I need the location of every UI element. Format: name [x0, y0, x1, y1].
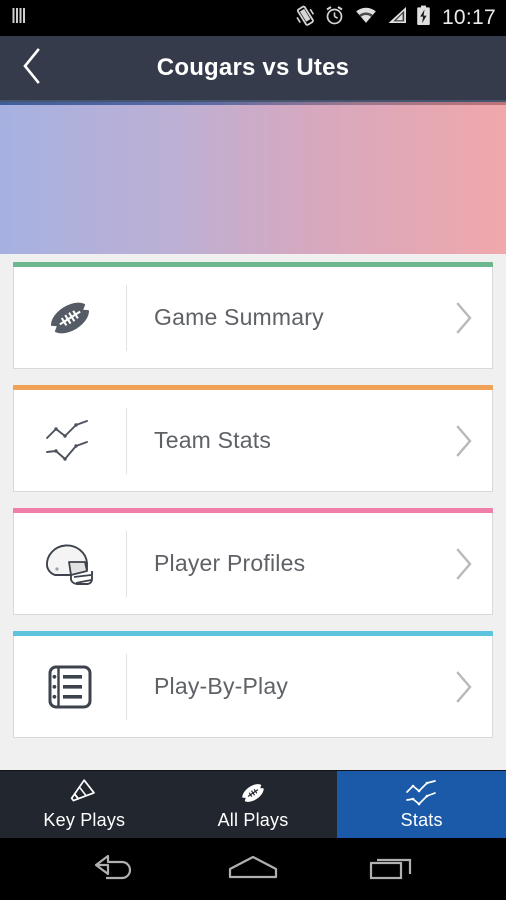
- megaphone-icon: [68, 778, 100, 807]
- wifi-icon: [354, 6, 378, 30]
- chevron-right-icon: [436, 636, 492, 738]
- football-icon: [238, 779, 268, 807]
- sim-signal-bars-icon: [12, 6, 28, 31]
- menu-list: Game Summary Team Stats Player Profiles …: [0, 254, 506, 770]
- menu-item-label: Player Profiles: [154, 550, 306, 576]
- status-bar-right-icons: 10:17: [295, 5, 496, 32]
- tab-label: Key Plays: [43, 809, 126, 830]
- list-document-icon: [14, 636, 126, 738]
- tab-key-plays[interactable]: Key Plays: [0, 771, 169, 838]
- status-bar-left-icons: [12, 6, 28, 31]
- football-icon: [14, 267, 126, 369]
- page-title: Cougars vs Utes: [156, 54, 350, 81]
- app-root: 10:17 Cougars vs Utes Game Summary Team …: [0, 0, 506, 900]
- menu-item-team-stats[interactable]: Team Stats: [13, 390, 493, 492]
- menu-card-play-by-play: Play-By-Play: [0, 631, 506, 738]
- menu-card-team-stats: Team Stats: [0, 385, 506, 492]
- tab-stats[interactable]: Stats: [337, 771, 506, 838]
- chevron-right-icon: [436, 267, 492, 369]
- menu-item-label: Play-By-Play: [154, 673, 289, 699]
- nav-back-button[interactable]: [71, 838, 157, 900]
- chevron-right-icon: [436, 390, 492, 492]
- android-nav-bar: [0, 838, 506, 900]
- recents-icon: [367, 852, 417, 887]
- football-helmet-icon: [14, 513, 126, 615]
- status-bar-clock: 10:17: [441, 6, 496, 29]
- chevron-left-icon: [21, 47, 43, 90]
- home-icon: [225, 852, 281, 887]
- bottom-tab-bar: Key Plays All Plays Stats: [0, 770, 506, 838]
- menu-card-game-summary: Game Summary: [0, 262, 506, 369]
- menu-item-label: Game Summary: [154, 304, 324, 330]
- vibrate-icon: [295, 5, 315, 32]
- status-bar: 10:17: [0, 0, 506, 36]
- back-icon: [89, 852, 139, 887]
- cellular-signal-icon: [387, 6, 407, 30]
- tab-all-plays[interactable]: All Plays: [169, 771, 338, 838]
- tab-label: Stats: [400, 809, 443, 830]
- menu-item-play-by-play[interactable]: Play-By-Play: [13, 636, 493, 738]
- back-button[interactable]: [0, 35, 64, 101]
- menu-item-label: Team Stats: [154, 427, 272, 453]
- menu-card-player-profiles: Player Profiles: [0, 508, 506, 615]
- tab-label: All Plays: [217, 809, 289, 830]
- chevron-right-icon: [436, 513, 492, 615]
- nav-home-button[interactable]: [210, 838, 296, 900]
- line-chart-icon: [404, 779, 440, 807]
- line-chart-icon: [14, 390, 126, 492]
- battery-charging-icon: [416, 5, 431, 31]
- hero-banner: [0, 102, 506, 254]
- menu-item-game-summary[interactable]: Game Summary: [13, 267, 493, 369]
- alarm-clock-icon: [324, 5, 345, 31]
- nav-recents-button[interactable]: [349, 838, 435, 900]
- menu-item-player-profiles[interactable]: Player Profiles: [13, 513, 493, 615]
- app-header: Cougars vs Utes: [0, 36, 506, 102]
